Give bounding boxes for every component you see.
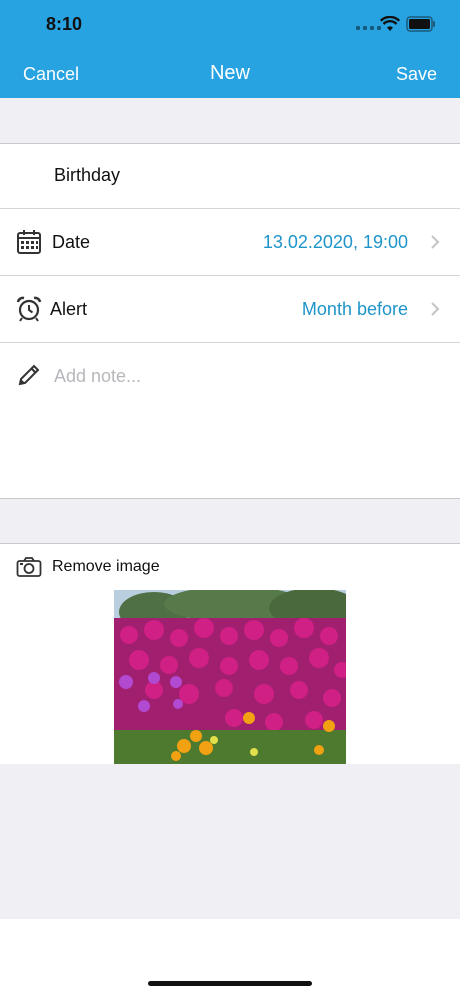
divider (0, 342, 460, 343)
event-photo (114, 590, 346, 764)
camera-icon (16, 557, 42, 577)
event-title-field[interactable]: Birthday (54, 165, 120, 186)
remove-image-button[interactable]: Remove image (52, 558, 160, 576)
date-row[interactable]: Date 13.02.2020, 19:00 (0, 209, 460, 275)
alert-label: Alert (50, 298, 88, 319)
alarm-clock-icon (16, 296, 42, 322)
wifi-icon (380, 16, 400, 31)
date-value[interactable]: 13.02.2020, 19:00 (263, 232, 408, 253)
alert-value[interactable]: Month before (302, 299, 408, 320)
cellular-signal-icon (356, 26, 381, 30)
status-time: 8:10 (46, 14, 83, 34)
date-label: Date (52, 231, 91, 252)
chevron-right-icon (431, 302, 440, 316)
home-indicator[interactable] (148, 981, 312, 986)
pencil-icon (18, 364, 40, 386)
alert-row[interactable]: Alert Month before (0, 276, 460, 342)
page-title: New (209, 62, 250, 84)
chevron-right-icon (431, 235, 440, 249)
navigation-header: 8:10 Cancel New Save (0, 0, 460, 98)
battery-icon (406, 16, 435, 32)
calendar-icon (17, 230, 41, 254)
save-button[interactable]: Save (396, 64, 437, 85)
note-field[interactable]: Add note... (54, 366, 141, 387)
